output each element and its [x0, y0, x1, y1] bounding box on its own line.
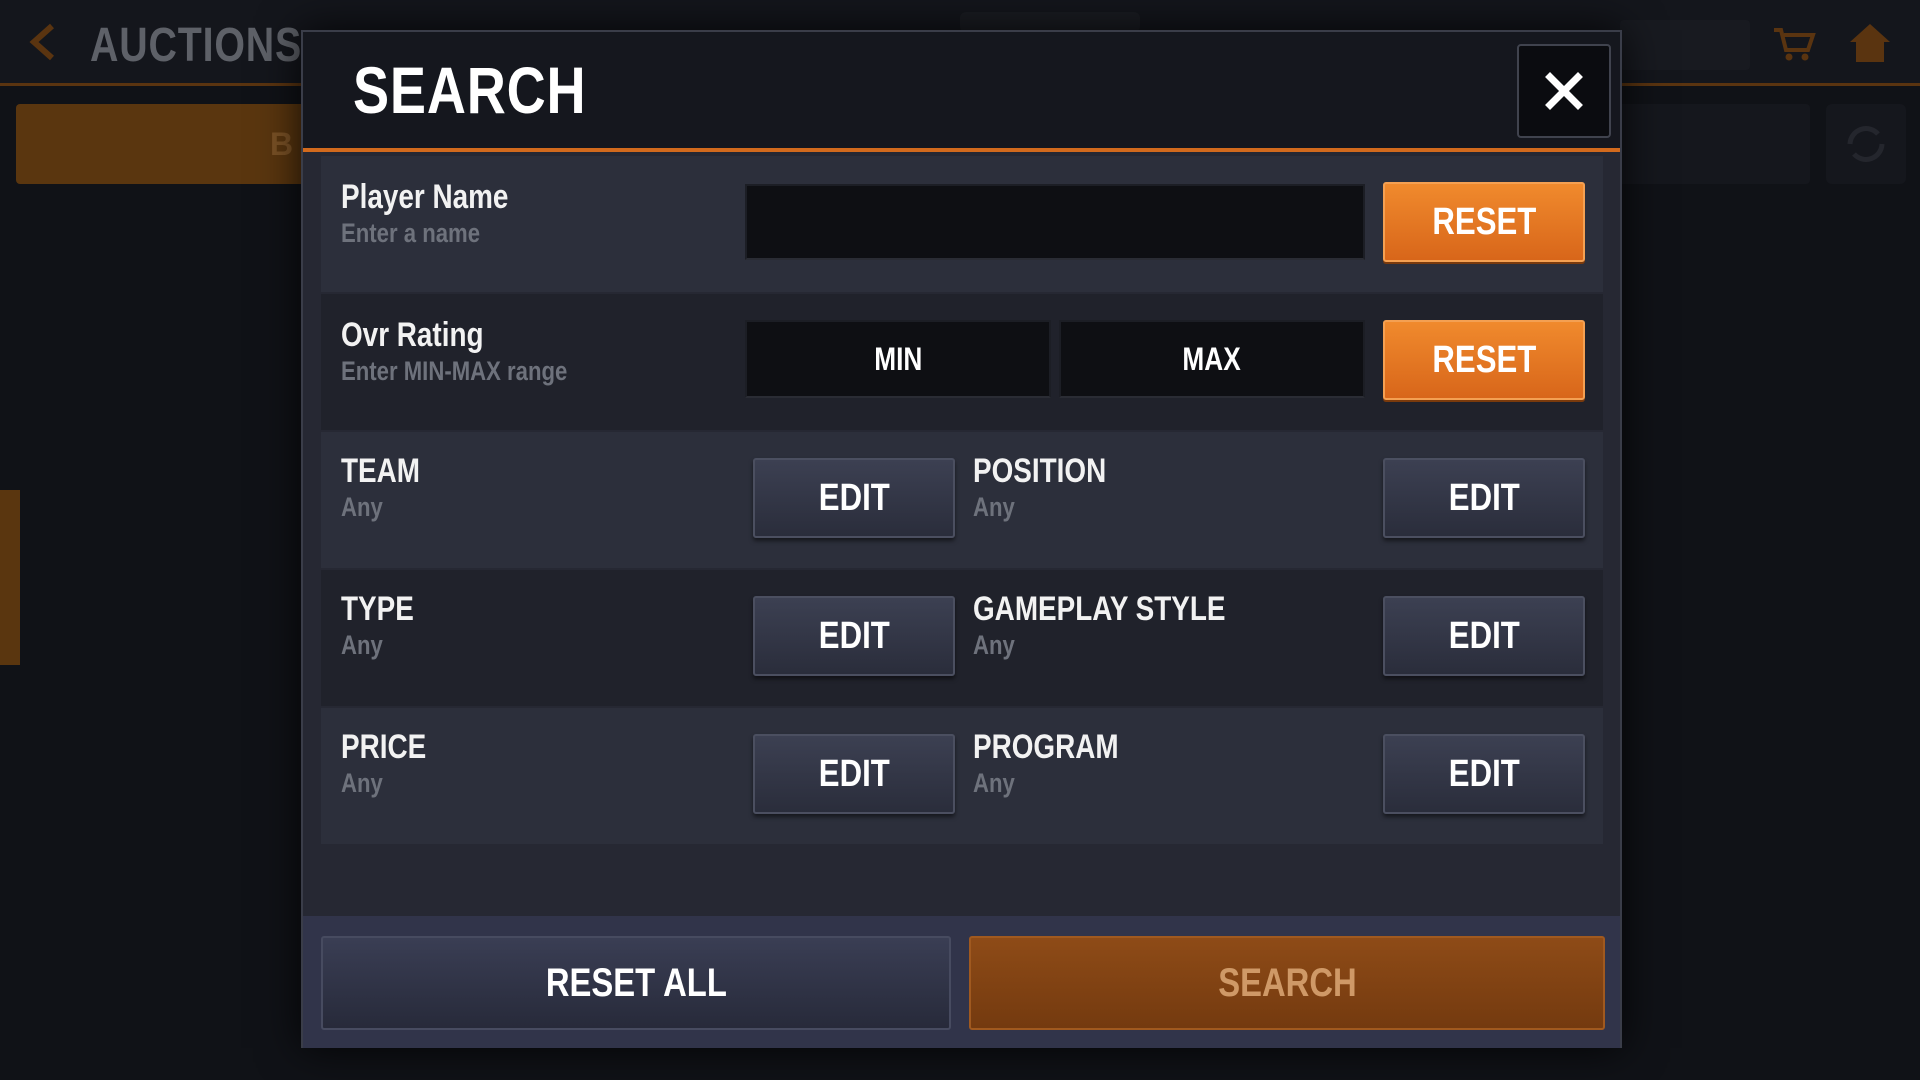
ovr-rating-reset-button[interactable]: RESET: [1383, 320, 1585, 400]
type-value: Any: [341, 630, 383, 660]
background-orange-bar: [16, 104, 306, 184]
cart-icon[interactable]: [1772, 26, 1816, 62]
price-edit-button[interactable]: EDIT: [753, 734, 955, 814]
position-edit-button[interactable]: EDIT: [1383, 458, 1585, 538]
chevron-left-icon[interactable]: [26, 22, 60, 62]
program-value: Any: [973, 768, 1015, 798]
player-name-reset-button[interactable]: RESET: [1383, 182, 1585, 262]
background-right-bar: [1610, 104, 1810, 184]
modal-title: SEARCH: [353, 53, 587, 127]
price-program-row: PRICE Any EDIT PROGRAM Any EDIT: [321, 708, 1603, 844]
refresh-icon[interactable]: [1826, 104, 1906, 184]
background-orange-label: B: [270, 126, 294, 162]
player-name-hint: Enter a name: [341, 218, 481, 248]
position-label: POSITION: [973, 452, 1107, 490]
ovr-rating-row: Ovr Rating Enter MIN-MAX range MIN MAX R…: [321, 294, 1603, 430]
team-value: Any: [341, 492, 383, 522]
ovr-min-field[interactable]: MIN: [745, 320, 1051, 398]
modal-header: SEARCH: [303, 32, 1620, 152]
player-name-label: Player Name: [341, 178, 509, 216]
close-button[interactable]: [1517, 44, 1611, 138]
type-label: TYPE: [341, 590, 414, 628]
search-button[interactable]: SEARCH: [969, 936, 1605, 1030]
ovr-rating-label: Ovr Rating: [341, 316, 484, 354]
type-gameplay-row: TYPE Any EDIT GAMEPLAY STYLE Any EDIT: [321, 570, 1603, 706]
program-edit-button[interactable]: EDIT: [1383, 734, 1585, 814]
background-left-tab: [0, 490, 20, 665]
reset-all-button[interactable]: RESET ALL: [321, 936, 951, 1030]
gameplay-style-edit-button[interactable]: EDIT: [1383, 596, 1585, 676]
background-tab: [960, 12, 1140, 32]
modal-footer: RESET ALL SEARCH: [303, 916, 1620, 1048]
ovr-max-field[interactable]: MAX: [1059, 320, 1365, 398]
program-label: PROGRAM: [973, 728, 1119, 766]
player-name-row: Player Name Enter a name RESET: [321, 156, 1603, 292]
close-icon: [1545, 72, 1583, 110]
gameplay-style-label: GAMEPLAY STYLE: [973, 590, 1226, 628]
price-value: Any: [341, 768, 383, 798]
team-edit-button[interactable]: EDIT: [753, 458, 955, 538]
player-name-input[interactable]: [747, 186, 1363, 258]
background-field: [1620, 20, 1750, 70]
gameplay-style-value: Any: [973, 630, 1015, 660]
position-value: Any: [973, 492, 1015, 522]
team-position-row: TEAM Any EDIT POSITION Any EDIT: [321, 432, 1603, 568]
team-label: TEAM: [341, 452, 420, 490]
home-icon[interactable]: [1848, 22, 1892, 64]
player-name-input-wrap: [745, 184, 1365, 260]
ovr-rating-hint: Enter MIN-MAX range: [341, 356, 568, 386]
search-modal: SEARCH Player Name Enter a name RESET Ov…: [301, 30, 1622, 1048]
type-edit-button[interactable]: EDIT: [753, 596, 955, 676]
price-label: PRICE: [341, 728, 427, 766]
